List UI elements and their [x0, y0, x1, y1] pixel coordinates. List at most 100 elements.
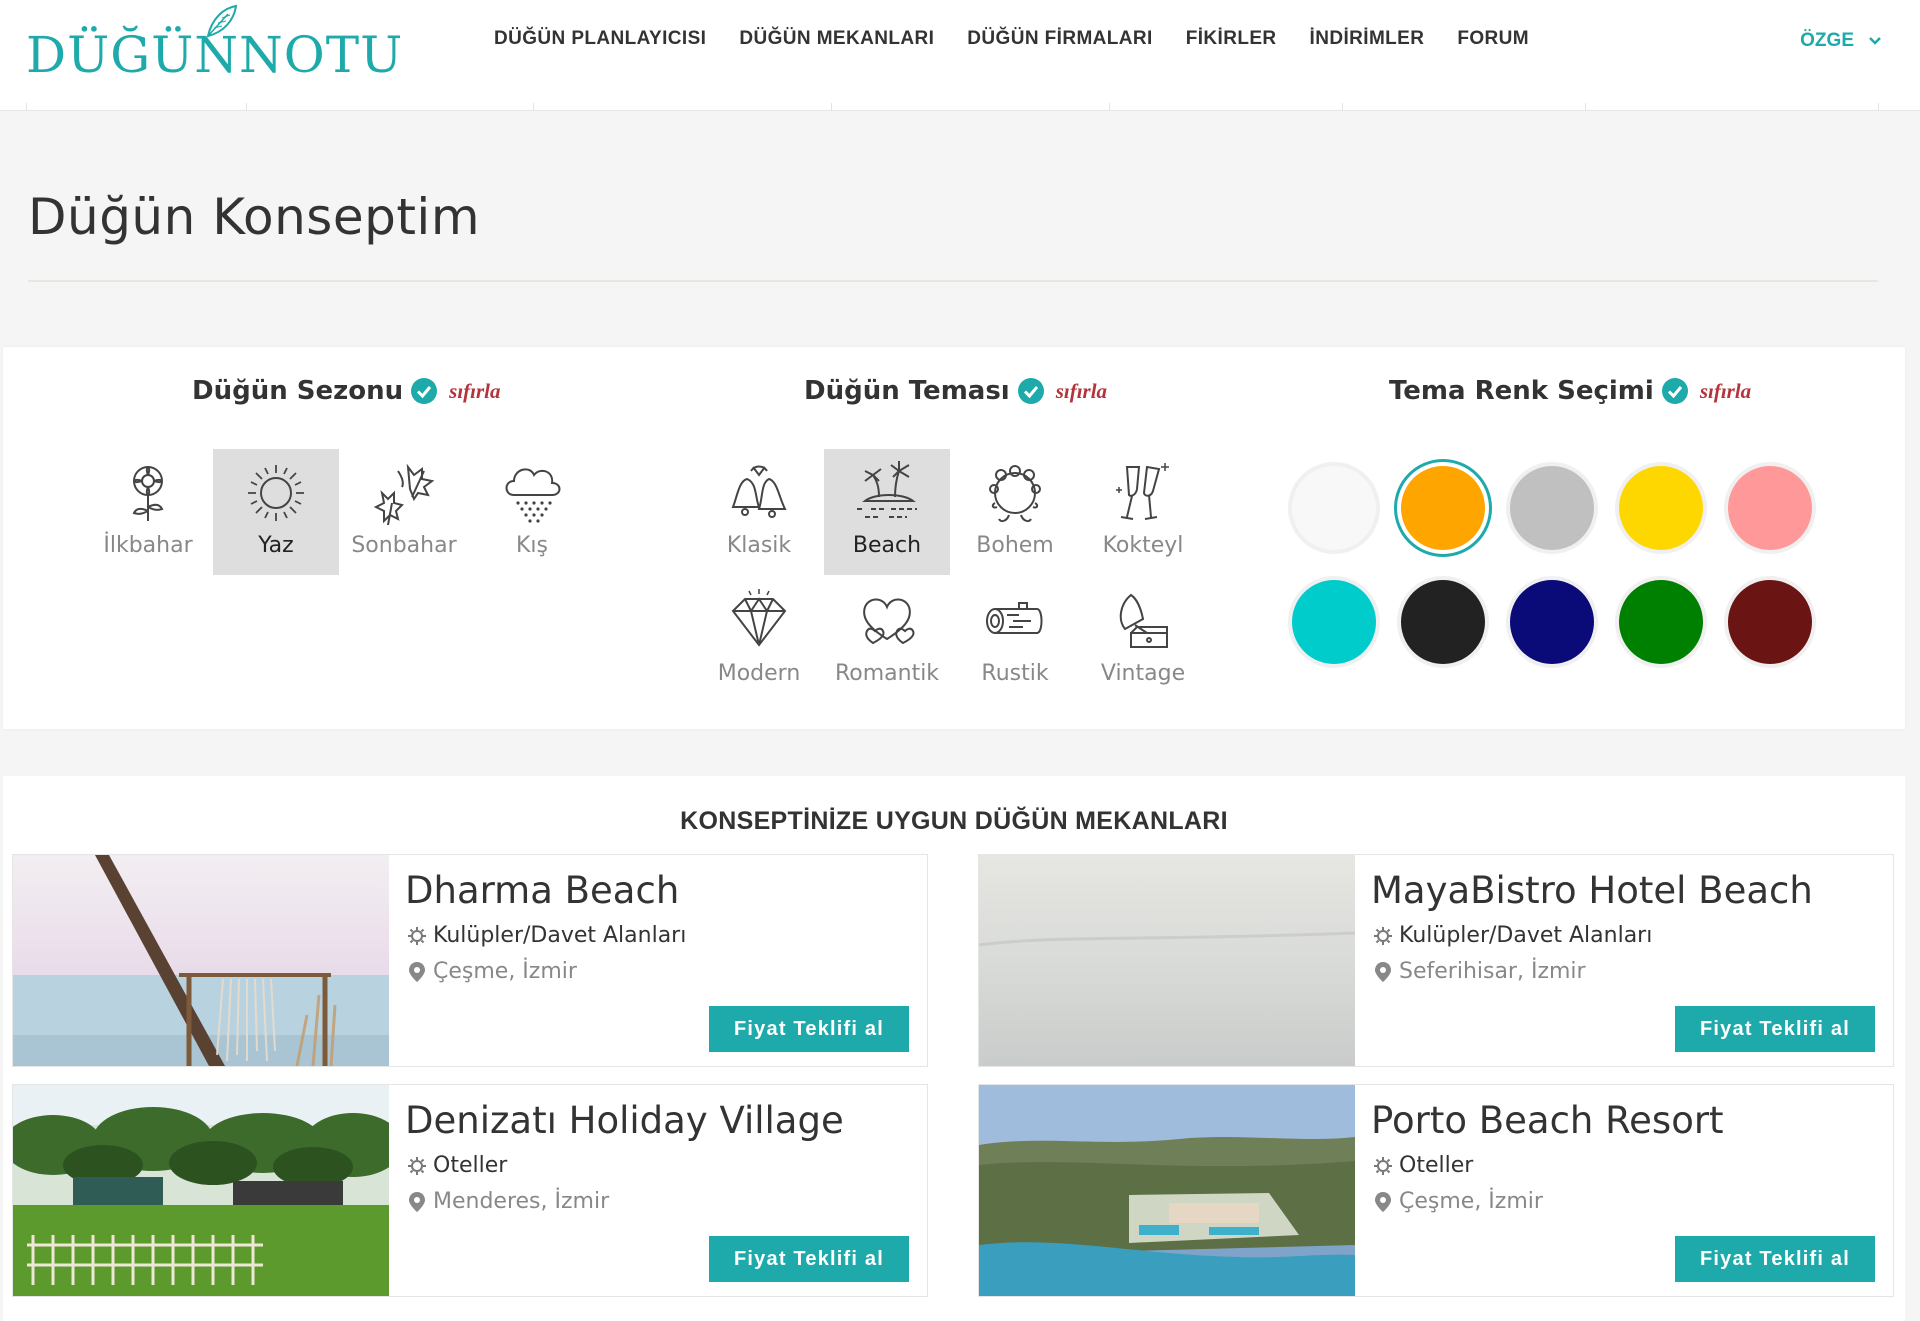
theme-reset-link[interactable]: sıfırla [1056, 379, 1107, 404]
theme-option-rustic[interactable]: Rustik [952, 577, 1078, 703]
nav-wedding-vendors[interactable]: DÜĞÜN FİRMALARI [967, 28, 1152, 50]
venue-category-text: Oteller [433, 1153, 508, 1178]
venue-card[interactable]: Dharma Beach Kulüpler/Davet Alanları Çeş… [12, 854, 928, 1067]
diamond-icon [731, 589, 787, 647]
venue-category: Oteller [1373, 1153, 1473, 1178]
venue-card[interactable]: Denizatı Holiday Village Oteller Mendere… [12, 1084, 928, 1297]
theme-label: Romantik [834, 661, 940, 686]
season-option-autumn[interactable]: Sonbahar [341, 449, 467, 575]
page-title: Düğün Konseptim [28, 188, 481, 246]
theme-option-bohemian[interactable]: Bohem [952, 449, 1078, 575]
venue-location: Çeşme, İzmir [1373, 1189, 1543, 1214]
color-swatch[interactable] [1288, 462, 1380, 554]
map-pin-icon [1375, 1191, 1391, 1212]
hearts-icon [863, 598, 915, 645]
color-swatch[interactable] [1397, 576, 1489, 668]
color-swatch[interactable] [1288, 576, 1380, 668]
theme-option-beach[interactable]: Beach [824, 449, 950, 575]
map-pin-icon [409, 961, 425, 982]
gear-icon [1374, 1156, 1392, 1175]
color-swatch[interactable] [1397, 462, 1489, 554]
season-reset-link[interactable]: sıfırla [449, 379, 500, 404]
season-option-winter[interactable]: Kış [469, 449, 595, 575]
nav-wedding-planner[interactable]: DÜĞÜN PLANLAYICISI [494, 28, 706, 50]
flower-icon [132, 466, 164, 521]
venues-heading: KONSEPTİNİZE UYGUN DÜĞÜN MEKANLARI [680, 807, 1228, 835]
venue-category-text: Oteller [1399, 1153, 1474, 1178]
wedding-bells-icon [731, 465, 787, 518]
venue-location: Çeşme, İzmir [407, 959, 577, 984]
request-quote-button[interactable]: Fiyat Teklifi al [709, 1236, 909, 1282]
sun-icon [248, 465, 304, 521]
venue-photo[interactable] [13, 855, 389, 1066]
user-menu[interactable]: ÖZGE [1800, 30, 1882, 52]
theme-option-romantic[interactable]: Romantik [824, 577, 950, 703]
theme-label: Kokteyl [1102, 533, 1184, 558]
season-heading: Düğün Sezonu [192, 376, 404, 406]
theme-option-vintage[interactable]: Vintage [1080, 577, 1206, 703]
venue-name[interactable]: Dharma Beach [405, 869, 679, 912]
color-swatch[interactable] [1724, 576, 1816, 668]
venue-photo[interactable] [979, 855, 1355, 1066]
check-circle-icon [1661, 378, 1688, 404]
color-swatch[interactable] [1615, 462, 1707, 554]
season-label: İlkbahar [103, 533, 193, 558]
site-header: DÜĞÜNNOTU DÜĞÜN PLANLAYICISI DÜĞÜN MEKAN… [0, 0, 1920, 111]
venue-category: Kulüpler/Davet Alanları [1373, 923, 1652, 948]
log-icon [986, 602, 1043, 634]
flower-wreath-icon [989, 465, 1041, 523]
venue-photo[interactable] [13, 1085, 389, 1296]
nav-discounts[interactable]: İNDİRİMLER [1310, 28, 1425, 50]
theme-label: Rustik [981, 661, 1049, 686]
theme-label: Modern [717, 661, 801, 686]
request-quote-button[interactable]: Fiyat Teklifi al [709, 1006, 909, 1052]
nav-ideas[interactable]: FİKİRLER [1186, 28, 1277, 50]
nav-forum[interactable]: FORUM [1457, 28, 1529, 50]
venue-card[interactable]: Porto Beach Resort Oteller Çeşme, İzmir … [978, 1084, 1894, 1297]
request-quote-button[interactable]: Fiyat Teklifi al [1675, 1236, 1875, 1282]
venue-location: Menderes, İzmir [407, 1189, 609, 1214]
color-swatch[interactable] [1724, 462, 1816, 554]
venue-photo[interactable] [979, 1085, 1355, 1296]
color-swatch[interactable] [1615, 576, 1707, 668]
theme-label: Klasik [726, 533, 792, 558]
season-option-spring[interactable]: İlkbahar [85, 449, 211, 575]
color-header: Tema Renk Seçimi sıfırla [1389, 376, 1751, 406]
color-reset-link[interactable]: sıfırla [1700, 379, 1751, 404]
venue-name[interactable]: Denizatı Holiday Village [405, 1099, 844, 1142]
venue-category-text: Kulüpler/Davet Alanları [433, 923, 687, 948]
theme-heading: Düğün Teması [804, 376, 1010, 406]
title-divider [28, 280, 1878, 282]
theme-label: Vintage [1100, 661, 1186, 686]
venue-location-text: Çeşme, İzmir [1399, 1189, 1543, 1214]
chevron-down-icon [1869, 37, 1881, 45]
main-nav: DÜĞÜN PLANLAYICISI DÜĞÜN MEKANLARI DÜĞÜN… [494, 28, 1529, 50]
venue-card[interactable]: MayaBistro Hotel Beach Kulüpler/Davet Al… [978, 854, 1894, 1067]
request-quote-button[interactable]: Fiyat Teklifi al [1675, 1006, 1875, 1052]
theme-option-classic[interactable]: Klasik [696, 449, 822, 575]
gear-icon [408, 1156, 426, 1175]
user-name: ÖZGE [1800, 30, 1854, 51]
map-pin-icon [1375, 961, 1391, 982]
season-label: Yaz [258, 533, 294, 558]
venues-section: KONSEPTİNİZE UYGUN DÜĞÜN MEKANLARI Dharm… [3, 776, 1905, 1321]
venue-name[interactable]: MayaBistro Hotel Beach [1371, 869, 1813, 912]
venue-name[interactable]: Porto Beach Resort [1371, 1099, 1724, 1142]
site-logo[interactable]: DÜĞÜNNOTU [26, 4, 402, 84]
venue-category-text: Kulüpler/Davet Alanları [1399, 923, 1653, 948]
theme-option-cocktail[interactable]: Kokteyl [1080, 449, 1206, 575]
nav-wedding-venues[interactable]: DÜĞÜN MEKANLARI [739, 28, 934, 50]
champagne-glasses-icon [1116, 463, 1169, 520]
color-swatch[interactable] [1506, 462, 1598, 554]
theme-option-modern[interactable]: Modern [696, 577, 822, 703]
concept-panel: Düğün Sezonu sıfırla İlkbahar Yaz Sonbah… [3, 347, 1905, 729]
season-label: Sonbahar [351, 533, 457, 558]
season-option-summer[interactable]: Yaz [213, 449, 339, 575]
gear-icon [1374, 926, 1392, 945]
color-swatch[interactable] [1506, 576, 1598, 668]
theme-header: Düğün Teması sıfırla [804, 376, 1107, 406]
venue-category: Kulüpler/Davet Alanları [407, 923, 686, 948]
venue-location: Seferihisar, İzmir [1373, 959, 1586, 984]
venue-location-text: Seferihisar, İzmir [1399, 959, 1586, 984]
gramophone-icon [1119, 593, 1168, 648]
